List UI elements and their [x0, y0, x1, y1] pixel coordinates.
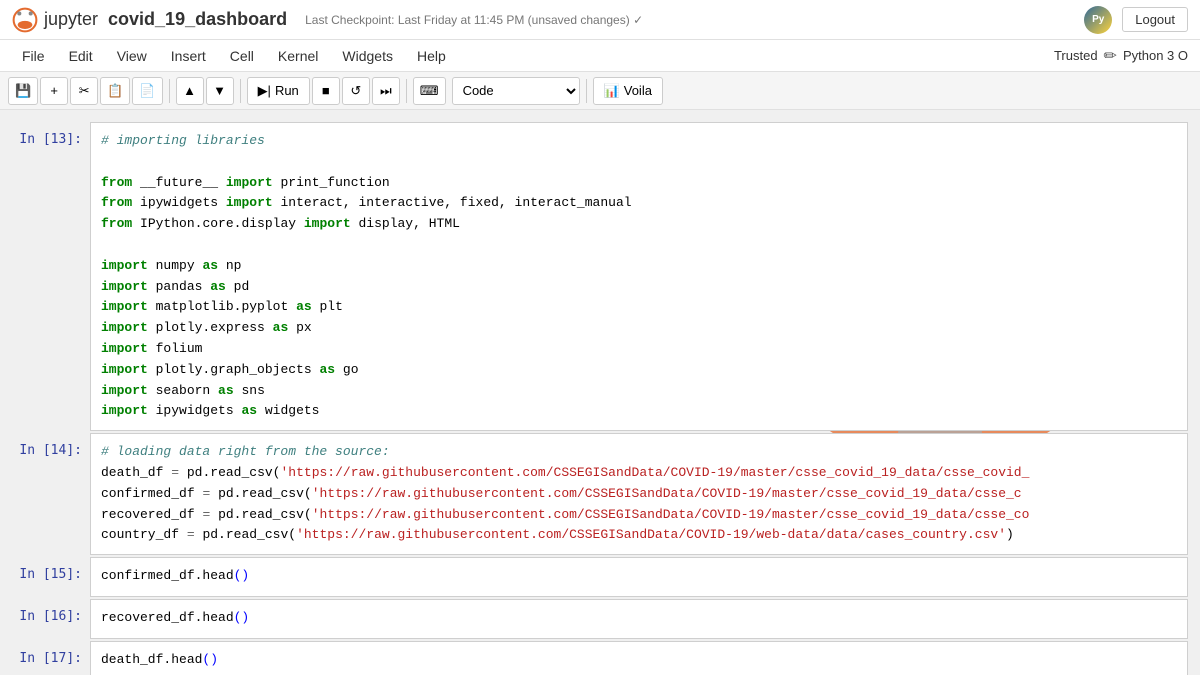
- cell-13-content[interactable]: # importing libraries from __future__ im…: [90, 122, 1188, 431]
- menu-cell[interactable]: Cell: [220, 44, 264, 68]
- jupyter-wordmark: jupyter: [44, 9, 98, 30]
- python-logo-icon: Py: [1084, 6, 1112, 34]
- voila-label: Voila: [624, 83, 652, 98]
- voila-icon: 📊: [604, 83, 620, 99]
- cell-17-wrapper: In [17]: death_df.head(): [0, 641, 1200, 675]
- topbar: jupyter covid_19_dashboard Last Checkpoi…: [0, 0, 1200, 40]
- paste-button[interactable]: 📄: [132, 77, 162, 105]
- cell-type-select[interactable]: Code Markdown Raw NBConvert: [452, 77, 580, 105]
- cell-13-wrapper: In [13]: # importing libraries from __fu…: [0, 122, 1200, 431]
- menu-view[interactable]: View: [107, 44, 157, 68]
- cell-17-content[interactable]: death_df.head(): [90, 641, 1188, 675]
- add-cell-button[interactable]: +: [40, 77, 68, 105]
- toolbar: 💾 + ✂ 📋 📄 ▲ ▼ ▶| Run ■ ↺ ⏭ ⌨ Code Markdo…: [0, 72, 1200, 110]
- fast-forward-button[interactable]: ⏭: [372, 77, 400, 105]
- menu-file[interactable]: File: [12, 44, 55, 68]
- save-button[interactable]: 💾: [8, 77, 38, 105]
- cell-15-content[interactable]: confirmed_df.head(): [90, 557, 1188, 597]
- run-icon: ▶|: [258, 83, 271, 99]
- trusted-badge: Trusted ✏ Python 3 O: [1054, 46, 1188, 66]
- menu-help[interactable]: Help: [407, 44, 456, 68]
- cell-13-label: In [13]:: [0, 122, 90, 147]
- jupyter-logo: jupyter: [12, 7, 98, 33]
- cell-16-content[interactable]: recovered_df.head(): [90, 599, 1188, 639]
- copy-button[interactable]: 📋: [100, 77, 130, 105]
- kernel-info: Python 3 O: [1123, 48, 1188, 63]
- notebook-area: jupyter In [13]: # importing libraries f…: [0, 110, 1200, 675]
- toolbar-sep-1: [169, 79, 170, 103]
- run-label: Run: [275, 83, 299, 98]
- topbar-left: jupyter covid_19_dashboard Last Checkpoi…: [12, 7, 643, 33]
- checkpoint-info: Last Checkpoint: Last Friday at 11:45 PM…: [305, 13, 643, 27]
- pencil-icon[interactable]: ✏: [1104, 46, 1117, 66]
- menu-edit[interactable]: Edit: [59, 44, 103, 68]
- jupyter-logo-icon: [12, 7, 38, 33]
- keyboard-button[interactable]: ⌨: [413, 77, 446, 105]
- cell-14-content[interactable]: # loading data right from the source: de…: [90, 433, 1188, 555]
- menu-kernel[interactable]: Kernel: [268, 44, 328, 68]
- restart-button[interactable]: ↺: [342, 77, 370, 105]
- cell-14-label: In [14]:: [0, 433, 90, 458]
- cell-15-wrapper: In [15]: confirmed_df.head(): [0, 557, 1200, 597]
- cell-15-label: In [15]:: [0, 557, 90, 582]
- cell-14-wrapper: In [14]: # loading data right from the s…: [0, 433, 1200, 555]
- cut-button[interactable]: ✂: [70, 77, 98, 105]
- logout-button[interactable]: Logout: [1122, 7, 1188, 32]
- voila-button[interactable]: 📊 Voila: [593, 77, 663, 105]
- toolbar-sep-2: [240, 79, 241, 103]
- run-button[interactable]: ▶| Run: [247, 77, 310, 105]
- move-up-button[interactable]: ▲: [176, 77, 204, 105]
- stop-button[interactable]: ■: [312, 77, 340, 105]
- toolbar-sep-3: [406, 79, 407, 103]
- trusted-label: Trusted: [1054, 48, 1098, 63]
- cell-16-wrapper: In [16]: recovered_df.head(): [0, 599, 1200, 639]
- notebook-title: covid_19_dashboard: [108, 9, 287, 30]
- topbar-right: Py Logout: [1084, 6, 1188, 34]
- menu-insert[interactable]: Insert: [161, 44, 216, 68]
- move-down-button[interactable]: ▼: [206, 77, 234, 105]
- cell-16-label: In [16]:: [0, 599, 90, 624]
- menu-widgets[interactable]: Widgets: [332, 44, 403, 68]
- toolbar-sep-4: [586, 79, 587, 103]
- cell-17-label: In [17]:: [0, 641, 90, 666]
- menubar: File Edit View Insert Cell Kernel Widget…: [0, 40, 1200, 72]
